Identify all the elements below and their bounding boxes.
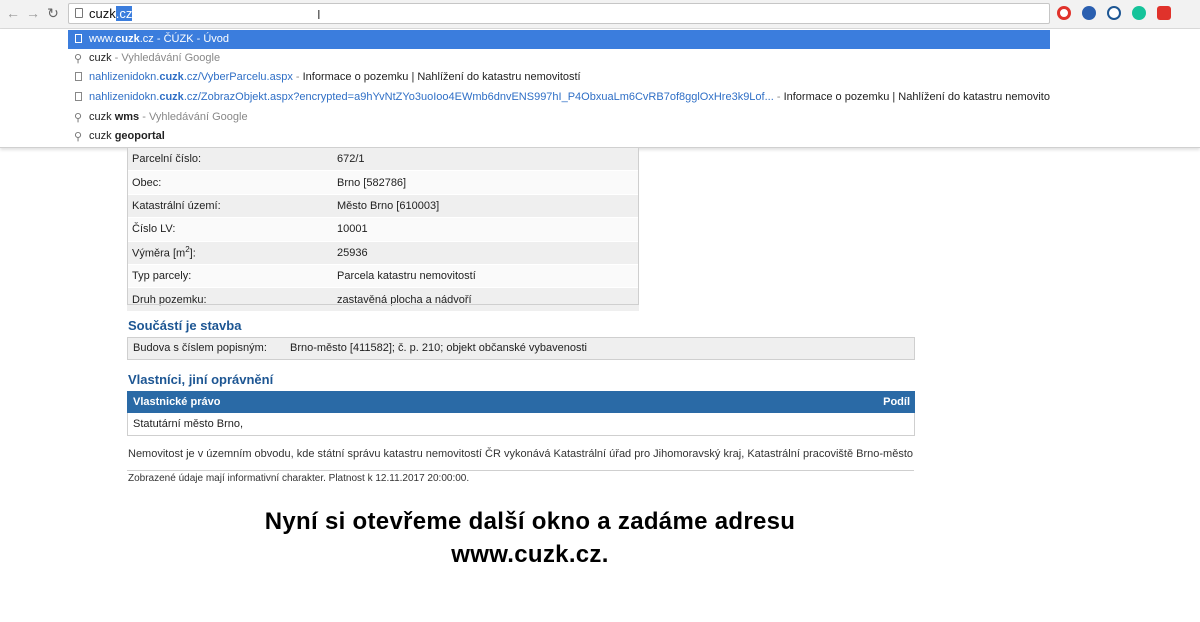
parcel-key: Druh pozemku: xyxy=(127,287,332,312)
suggestion-zobraz-objekt[interactable]: nahlizenidokn.cuzk.cz/ZobrazObjekt.aspx?… xyxy=(68,88,1050,107)
parcel-value: Parcela katastru nemovitostí xyxy=(332,264,639,289)
parcel-key: Parcelní číslo: xyxy=(127,148,332,172)
search-icon: ⚲ xyxy=(74,131,83,143)
suggestion-search-cuzk[interactable]: ⚲ cuzk - Vyhledávání Google xyxy=(68,49,1050,68)
table-row: Druh pozemku: zastavěná plocha a nádvoří xyxy=(127,287,639,312)
stavba-value: Brno-město [411582]; č. p. 210; objekt o… xyxy=(290,342,587,354)
table-row: Typ parcely: Parcela katastru nemovitostí xyxy=(127,264,639,289)
parcel-value: 10001 xyxy=(332,217,639,242)
parcel-key: Typ parcely: xyxy=(127,264,332,289)
parcel-key: Výměra [m2]: xyxy=(127,241,332,265)
parcel-key: Katastrální území: xyxy=(127,194,332,219)
search-icon: ⚲ xyxy=(74,53,83,65)
section-title-owners: Vlastníci, jiní oprávnění xyxy=(128,372,274,387)
suggestion-vyber-parcelu[interactable]: nahlizenidokn.cuzk.cz/VyberParcelu.aspx … xyxy=(68,68,1050,87)
address-bar[interactable]: cuzk.cz I xyxy=(68,3,1050,24)
column-header-ownership: Vlastnické právo xyxy=(133,396,221,408)
back-arrow-icon[interactable]: ← xyxy=(4,4,22,22)
parcel-value: 25936 xyxy=(332,241,639,265)
page-icon xyxy=(75,34,82,43)
suggestion-search-cuzk-wms[interactable]: ⚲ cuzk wms - Vyhledávání Google xyxy=(68,108,1050,127)
subtitle-line-2: www.cuzk.cz. xyxy=(451,541,609,568)
table-row: Parcelní číslo: 672/1 xyxy=(127,148,639,172)
omnibox-suggestions: www.cuzk.cz - ČÚZK - Úvod ⚲ cuzk - Vyhle… xyxy=(0,29,1200,148)
table-row: Číslo LV: 10001 xyxy=(127,217,639,242)
page-icon xyxy=(75,92,82,101)
table-row: Obec: Brno [582786] xyxy=(127,170,639,195)
stavba-row: Budova s číslem popisným: Brno-město [41… xyxy=(127,337,915,360)
jurisdiction-note: Nemovitost je v územním obvodu, kde stát… xyxy=(128,448,914,460)
table-row: Katastrální území: Město Brno [610003] xyxy=(127,194,639,219)
parcel-value: 672/1 xyxy=(332,148,639,172)
text-cursor-icon: I xyxy=(317,7,321,22)
parcel-value: zastavěná plocha a nádvoří xyxy=(332,287,639,312)
play-icon[interactable] xyxy=(1107,6,1121,20)
parcel-key: Obec: xyxy=(127,170,332,195)
divider xyxy=(127,470,914,471)
parcel-info-table: Parcelní číslo: 672/1 Obec: Brno [582786] … xyxy=(127,148,639,312)
reload-icon[interactable]: ↻ xyxy=(44,4,62,22)
browser-toolbar: ← → ↻ cuzk.cz I xyxy=(0,0,1200,29)
parcel-value: Město Brno [610003] xyxy=(332,194,639,219)
media-icon[interactable] xyxy=(1157,6,1171,20)
parcel-value: Brno [582786] xyxy=(332,170,639,195)
table-row: Výměra [m2]: 25936 xyxy=(127,241,639,265)
grammarly-icon[interactable] xyxy=(1132,6,1146,20)
column-header-share: Podíl xyxy=(883,396,910,408)
extension-icon[interactable] xyxy=(1082,6,1096,20)
subtitle-line-1: Nyní si otevřeme další okno a zadáme adr… xyxy=(264,508,796,535)
suggestion-cuzk-home[interactable]: www.cuzk.cz - ČÚZK - Úvod xyxy=(68,30,1050,49)
owners-table-header: Vlastnické právo Podíl xyxy=(127,391,915,413)
owner-row: Statutární město Brno, xyxy=(127,413,915,436)
parcel-key: Číslo LV: xyxy=(127,217,332,242)
search-icon: ⚲ xyxy=(74,112,83,124)
opera-icon[interactable] xyxy=(1057,6,1071,20)
stavba-key: Budova s číslem popisným: xyxy=(133,342,267,354)
suggestion-search-cuzk-geoportal[interactable]: ⚲ cuzk geoportal xyxy=(68,127,1050,146)
section-title-stavba: Součástí je stavba xyxy=(128,318,242,333)
address-text[interactable]: cuzk.cz xyxy=(89,6,133,22)
validity-note: Zobrazené údaje mají informativní charak… xyxy=(128,473,470,484)
page-icon xyxy=(75,72,82,81)
page-icon xyxy=(75,8,83,18)
owner-name: Statutární město Brno, xyxy=(133,418,244,430)
forward-arrow-icon[interactable]: → xyxy=(24,4,42,22)
